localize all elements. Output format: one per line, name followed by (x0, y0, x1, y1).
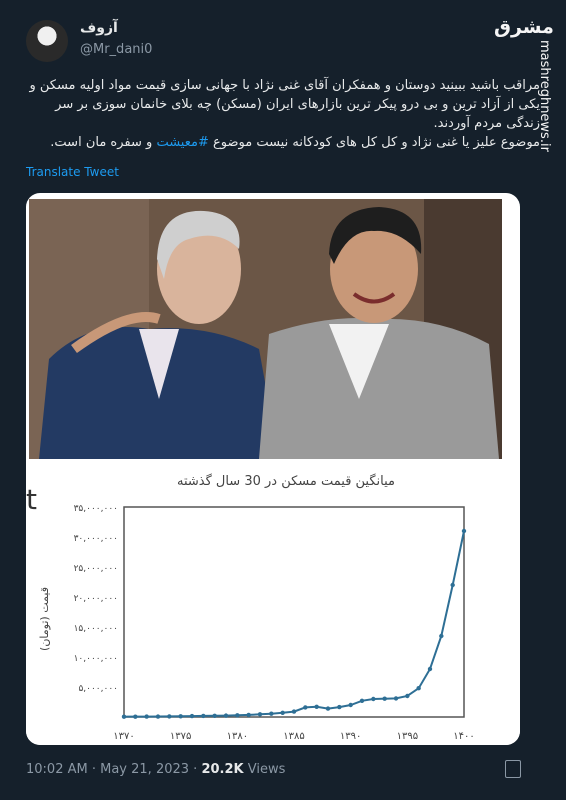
y-tick-label: ۳۵,۰۰۰,۰۰۰ (74, 504, 118, 514)
data-point (371, 696, 376, 702)
tweet-text-before-hashtag: موضوع علیز یا غنی نژاد و کل کل های کودکا… (213, 135, 540, 150)
views-count: 20.2K (201, 762, 244, 777)
data-point (427, 666, 433, 672)
x-tick-label: ۱۳۷۰ (113, 731, 134, 742)
data-point (257, 712, 263, 717)
data-point (303, 705, 308, 710)
data-point (201, 713, 206, 719)
data-point (269, 711, 274, 716)
photo-two-men (29, 199, 502, 459)
bookmark-icon[interactable] (505, 760, 521, 778)
hashtag-link[interactable]: #معیشت (156, 135, 208, 150)
y-ticks: ۵,۰۰۰,۰۰۰ ۱۰,۰۰۰,۰۰۰ ۱۵,۰۰۰,۰۰۰ ۲۰,۰۰۰,۰۰۰ ۲… (74, 504, 118, 694)
data-point (439, 633, 444, 639)
source-logo: مشرق (494, 16, 555, 38)
tweet-paragraph-2: موضوع علیز یا غنی نژاد و کل کل های کودکا… (26, 133, 540, 152)
x-tick-label: ۱۳۸۰ (227, 731, 248, 742)
translate-tweet-link[interactable]: Translate Tweet (26, 165, 119, 179)
chart-y-axis-label: قیمت (تومان) (38, 587, 51, 651)
tweet-date: May 21, 2023 (100, 762, 190, 777)
chart-frame (123, 506, 465, 718)
y-tick-label: ۱۰,۰۰۰,۰۰۰ (74, 654, 118, 664)
y-tick-label: ۲۰,۰۰۰,۰۰۰ (74, 594, 118, 604)
data-point (450, 582, 455, 588)
tweet-text-after-hashtag: و سفره مان است. (50, 135, 153, 150)
data-point (280, 710, 285, 715)
data-point (314, 704, 319, 709)
y-tick-label: ۳۰,۰۰۰,۰۰۰ (74, 534, 118, 544)
x-tick-label: ۱۳۹۰ (340, 731, 361, 742)
data-point (178, 714, 183, 719)
data-point (359, 698, 365, 703)
data-point (144, 714, 149, 719)
x-tick-label: ۱۳۸۵ (283, 731, 304, 742)
y-tick-label: ۲۵,۰۰۰,۰۰۰ (74, 564, 118, 574)
tweet-timestamp[interactable]: 10:02 AM · May 21, 2023 · 20.2K Views (26, 762, 285, 777)
user-handle[interactable]: @Mr_dani0 (80, 42, 152, 57)
data-point (405, 693, 410, 699)
cropped-glyph: t (26, 483, 37, 516)
data-point (325, 706, 331, 711)
tweet-text: مراقب باشید ببینید دوستان و همفکران آقای… (26, 76, 540, 152)
tweet-time: 10:02 AM (26, 762, 88, 777)
price-chart: t میانگین قیمت مسکن در 30 سال گذشته قیمت… (26, 461, 520, 745)
tweet-media[interactable]: t میانگین قیمت مسکن در 30 سال گذشته قیمت… (26, 193, 520, 745)
data-point (121, 714, 127, 719)
tweet-paragraph-1: مراقب باشید ببینید دوستان و همفکران آقای… (29, 78, 540, 131)
x-tick-label: ۱۳۷۵ (170, 731, 191, 742)
x-ticks: ۱۳۷۰ ۱۳۷۵ ۱۳۸۰ ۱۳۸۵ ۱۳۹۰ ۱۳۹۵ ۱۴۰۰ (113, 731, 474, 742)
views-label: Views (247, 762, 286, 777)
x-tick-label: ۱۳۹۵ (397, 731, 418, 742)
data-point (223, 713, 229, 718)
series-line (123, 530, 465, 718)
data-point (416, 686, 421, 691)
data-point (461, 528, 467, 534)
chart-svg: t میانگین قیمت مسکن در 30 سال گذشته قیمت… (26, 473, 475, 742)
data-point (167, 714, 172, 719)
data-point (337, 704, 342, 710)
data-point (189, 713, 195, 719)
data-point (246, 712, 251, 718)
data-point (291, 709, 297, 714)
chart-title: میانگین قیمت مسکن در 30 سال گذشته (177, 473, 395, 489)
data-point (348, 702, 353, 708)
data-point (393, 696, 399, 701)
data-point (382, 696, 387, 701)
x-tick-label: ۱۴۰۰ (453, 731, 474, 742)
data-point (133, 714, 138, 719)
avatar[interactable] (26, 20, 68, 62)
data-point (212, 713, 217, 718)
data-point (235, 713, 240, 718)
photo-illustration (29, 199, 502, 459)
y-tick-label: ۵,۰۰۰,۰۰۰ (78, 684, 118, 694)
data-point (155, 714, 161, 719)
y-tick-label: ۱۵,۰۰۰,۰۰۰ (74, 624, 118, 634)
display-name[interactable]: آزوف (80, 20, 118, 36)
